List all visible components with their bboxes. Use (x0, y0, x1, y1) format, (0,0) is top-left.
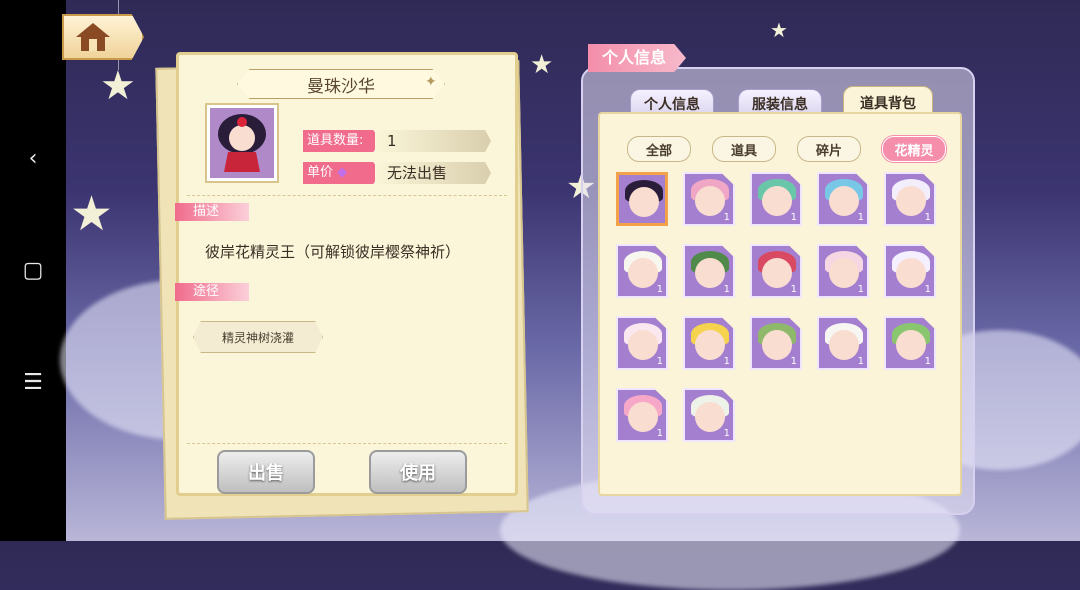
slot-count: 1 (790, 356, 797, 367)
inventory-slot[interactable]: 1 (616, 316, 668, 370)
inventory-slot[interactable]: 1 (616, 388, 668, 442)
system-nav-bar: ‹ ▢ ☰ (0, 0, 66, 541)
inventory-slot[interactable]: 1 (750, 316, 802, 370)
divider (187, 195, 507, 197)
inventory-slot[interactable]: 1 (750, 244, 802, 298)
item-description: 彼岸花精灵王（可解锁彼岸樱祭神祈） (205, 243, 461, 261)
slot-count: 1 (656, 284, 663, 295)
item-detail-panel: ✦ 曼珠沙华 ✦ 道具数量: 1 单价 ◆ 无法出售 描述 彼岸花精灵王（可解锁… (175, 52, 518, 496)
sprite-face (829, 258, 859, 288)
sprite-face (829, 330, 859, 360)
slot-count: 1 (857, 284, 864, 295)
panel-title: 个人信息 (588, 44, 686, 72)
slot-count: 1 (723, 428, 730, 439)
home-button[interactable] (62, 14, 144, 60)
slot-count: 1 (790, 212, 797, 223)
sell-button[interactable]: 出售 (217, 450, 315, 494)
divider (187, 443, 507, 445)
sprite-face (829, 186, 859, 216)
slot-count: 1 (656, 356, 663, 367)
sprite-face (628, 330, 658, 360)
inventory-slot[interactable]: 1 (817, 316, 869, 370)
gem-icon: ◆ (337, 165, 348, 180)
slot-count: 1 (723, 212, 730, 223)
slot-count: 1 (790, 284, 797, 295)
sprite-face (695, 330, 725, 360)
use-button[interactable]: 使用 (369, 450, 467, 494)
route-tag[interactable]: 精灵神树浇灌 (193, 321, 323, 353)
sprite-face (628, 402, 658, 432)
inventory-slot[interactable]: 1 (884, 316, 936, 370)
filter-flower-sprites[interactable]: 花精灵 (882, 136, 946, 162)
inventory-slot[interactable]: 1 (750, 172, 802, 226)
sprite-face (628, 258, 658, 288)
menu-icon[interactable]: ☰ (0, 362, 66, 402)
sprite-face (695, 186, 725, 216)
sprite-face (762, 186, 792, 216)
item-portrait (207, 105, 277, 181)
house-icon (76, 23, 110, 51)
slot-count: 1 (924, 284, 931, 295)
price-label: 单价 ◆ (303, 162, 381, 184)
star-decoration: ★ (70, 186, 114, 242)
inventory-slot[interactable]: 1 (817, 172, 869, 226)
slot-count: 1 (924, 356, 931, 367)
inventory-slot[interactable]: 1 (683, 172, 735, 226)
back-icon[interactable]: ‹ (0, 138, 66, 178)
inventory-slot[interactable] (616, 172, 668, 226)
diamond-ornament-icon: ✦ (425, 74, 437, 90)
star-decoration: ★ (530, 50, 554, 80)
filter-all[interactable]: 全部 (627, 136, 691, 162)
sprite-face (896, 258, 926, 288)
item-name: 曼珠沙华 (237, 69, 445, 99)
sprite-face (896, 186, 926, 216)
sprite-face (695, 402, 725, 432)
slot-count: 1 (723, 356, 730, 367)
sprite-face (762, 258, 792, 288)
route-header: 途径 (175, 283, 249, 301)
star-decoration: ★ (100, 63, 136, 109)
price-value: 无法出售 (375, 162, 491, 184)
sprite-face (762, 330, 792, 360)
slot-count: 1 (656, 428, 663, 439)
slot-count: 1 (857, 356, 864, 367)
price-label-text: 单价 (307, 165, 334, 180)
inventory-slot[interactable]: 1 (616, 244, 668, 298)
sprite-face (629, 187, 659, 217)
sprite-face (896, 330, 926, 360)
filter-items[interactable]: 道具 (712, 136, 776, 162)
inventory-slot[interactable]: 1 (683, 316, 735, 370)
inventory-slot[interactable]: 1 (817, 244, 869, 298)
inventory-slot[interactable]: 1 (683, 388, 735, 442)
slot-count: 1 (857, 212, 864, 223)
slot-count: 1 (723, 284, 730, 295)
quantity-value: 1 (375, 130, 491, 152)
slot-count: 1 (924, 212, 931, 223)
star-decoration: ★ (770, 18, 788, 42)
inventory-slot[interactable]: 1 (884, 172, 936, 226)
description-header: 描述 (175, 203, 249, 221)
quantity-label: 道具数量: (303, 130, 381, 152)
inventory-slot[interactable]: 1 (683, 244, 735, 298)
home-square-icon[interactable]: ▢ (0, 250, 66, 290)
inventory-slot[interactable]: 1 (884, 244, 936, 298)
filter-fragments[interactable]: 碎片 (797, 136, 861, 162)
sprite-face (695, 258, 725, 288)
